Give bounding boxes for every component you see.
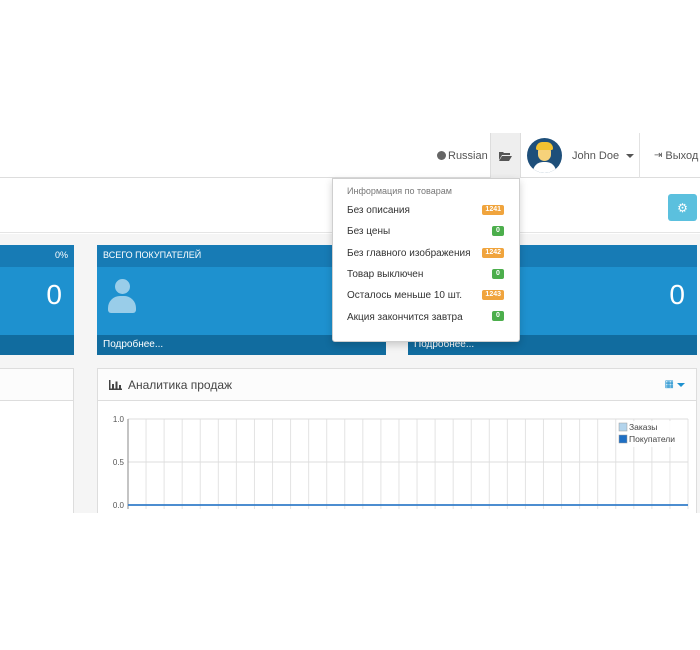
gear-icon: ⚙ xyxy=(677,200,688,215)
panel-heading xyxy=(0,369,73,401)
count-badge: 1243 xyxy=(482,290,504,301)
tile-value: 0 xyxy=(46,279,62,310)
legend-swatch xyxy=(618,434,628,444)
legend-label: Покупатели xyxy=(629,434,675,444)
dropdown-item-label: Без главного изображения xyxy=(347,247,471,259)
legend-label: Заказы xyxy=(629,422,657,432)
globe-icon xyxy=(437,151,446,160)
dropdown-item-label: Без цены xyxy=(347,226,391,238)
y-tick-label: 1.0 xyxy=(113,415,125,424)
sales-analytics-panel: Аналитика продаж ▦ 1.0 0.5 0.0 Заказы Покупа… xyxy=(97,368,697,513)
dropdown-item-low-stock[interactable]: Осталось меньше 10 шт. 1243 xyxy=(333,285,519,306)
dropdown-item-product-disabled[interactable]: Товар выключен 0 xyxy=(333,264,519,285)
bar-chart-icon xyxy=(109,379,122,390)
tile-total-sales: 0% 0 xyxy=(0,245,74,355)
count-badge: 0 xyxy=(492,268,504,279)
tile-value: 0 xyxy=(669,279,685,310)
dropdown-item-label: Осталось меньше 10 шт. xyxy=(347,290,463,302)
settings-button[interactable]: ⚙ xyxy=(668,194,697,221)
count-badge: 0 xyxy=(492,226,504,237)
top-navbar: Russian John Doe ⇥ Выход xyxy=(0,133,700,178)
logout-link[interactable]: ⇥ Выход xyxy=(639,133,698,178)
dropdown-item-label: Акция закончится завтра xyxy=(347,311,463,323)
count-badge: 0 xyxy=(492,311,504,322)
y-tick-label: 0.5 xyxy=(113,458,125,467)
folder-open-icon xyxy=(499,151,512,161)
avatar-hair xyxy=(536,142,553,150)
dropdown-item-no-description[interactable]: Без описания 1241 xyxy=(333,200,519,221)
sign-out-icon: ⇥ xyxy=(654,150,663,161)
dropdown-item-promo-ends[interactable]: Акция закончится завтра 0 xyxy=(333,306,519,327)
avatar xyxy=(527,138,562,173)
dropdown-item-label: Товар выключен xyxy=(347,269,424,281)
user-menu[interactable]: John Doe xyxy=(527,133,635,178)
admin-frame: Russian John Doe ⇥ Выход ⚙ 0% 0 ВСЕГО ПО… xyxy=(0,133,700,513)
chevron-down-icon xyxy=(626,153,635,158)
legend-swatch xyxy=(618,422,628,432)
y-tick-label: 0.0 xyxy=(113,501,125,510)
notifications-toggle[interactable] xyxy=(490,133,521,178)
avatar-body xyxy=(533,162,556,173)
product-info-dropdown: Информация по товарам Без описания 1241 … xyxy=(332,178,520,342)
dropdown-header: Информация по товарам xyxy=(347,186,452,196)
dropdown-item-label: Без описания xyxy=(347,205,410,217)
language-selector[interactable]: Russian xyxy=(437,133,488,178)
dropdown-item-no-price[interactable]: Без цены 0 xyxy=(333,221,519,242)
logout-label: Выход xyxy=(665,149,699,162)
range-selector[interactable]: ▦ xyxy=(665,379,685,390)
count-badge: 1241 xyxy=(482,205,504,215)
user-name: John Doe xyxy=(572,149,620,162)
panel-title: Аналитика продаж xyxy=(128,377,233,392)
tile-footer[interactable] xyxy=(0,335,74,355)
user-icon xyxy=(107,279,137,313)
dropdown-item-no-main-image[interactable]: Без главного изображения 1242 xyxy=(333,243,519,264)
panel-heading: Аналитика продаж ▦ xyxy=(98,369,696,401)
count-badge: 1242 xyxy=(482,247,504,258)
language-label: Russian xyxy=(448,149,488,162)
calendar-icon: ▦ xyxy=(664,379,674,390)
map-panel xyxy=(0,368,74,513)
chevron-down-icon xyxy=(677,382,685,387)
sales-chart: 1.0 0.5 0.0 Заказы Покупатели xyxy=(113,415,689,510)
tile-percent: 0% xyxy=(54,250,68,260)
